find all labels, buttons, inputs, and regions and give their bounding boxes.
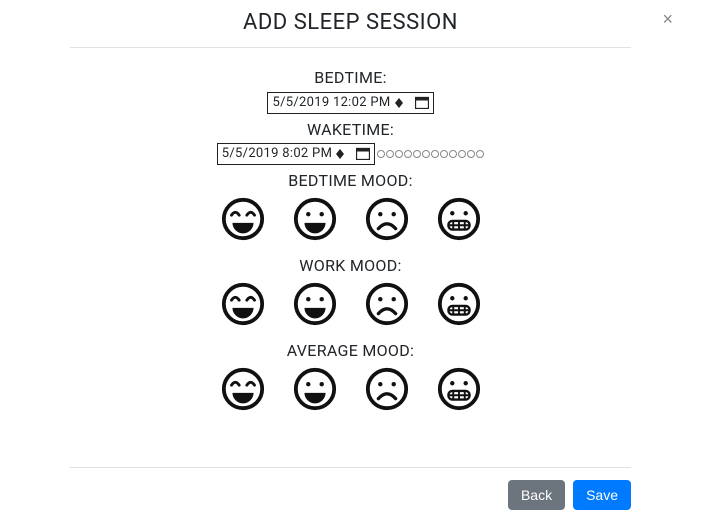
mood-happy-icon[interactable] — [292, 281, 338, 327]
modal-footer: Back Save — [70, 467, 631, 510]
mood-grimace-icon[interactable] — [436, 281, 482, 327]
calendar-icon[interactable] — [354, 146, 372, 162]
work-mood-label: WORK MOOD: — [70, 256, 631, 275]
mood-grimace-icon[interactable] — [436, 196, 482, 242]
mood-sad-icon[interactable] — [364, 366, 410, 412]
time-stepper-icon[interactable] — [336, 149, 344, 159]
save-button[interactable]: Save — [573, 480, 631, 510]
mood-sad-icon[interactable] — [364, 196, 410, 242]
mood-very-happy-icon[interactable] — [220, 196, 266, 242]
bedtime-mood-label: BEDTIME MOOD: — [70, 171, 631, 190]
work-mood-row — [70, 281, 631, 327]
mood-happy-icon[interactable] — [292, 196, 338, 242]
modal-body: BEDTIME: 5/5/2019 12:02 PM WAKETIME: 5/5… — [0, 48, 701, 432]
bedtime-mood-row — [70, 196, 631, 242]
modal-title: ADD SLEEP SESSION — [243, 10, 458, 35]
add-sleep-session-modal: ADD SLEEP SESSION × BEDTIME: 5/5/2019 12… — [0, 0, 701, 528]
waketime-value: 5/5/2019 8:02 PM — [222, 146, 332, 161]
mood-happy-icon[interactable] — [292, 366, 338, 412]
average-mood-row — [70, 366, 631, 412]
modal-header: ADD SLEEP SESSION × — [70, 0, 631, 48]
mood-very-happy-icon[interactable] — [220, 366, 266, 412]
bedtime-label: BEDTIME: — [70, 68, 631, 87]
waketime-input[interactable]: 5/5/2019 8:02 PM — [217, 143, 375, 165]
mood-grimace-icon[interactable] — [436, 366, 482, 412]
calendar-icon[interactable] — [413, 95, 431, 111]
mood-sad-icon[interactable] — [364, 281, 410, 327]
bedtime-value: 5/5/2019 12:02 PM — [272, 95, 390, 110]
mood-very-happy-icon[interactable] — [220, 281, 266, 327]
bedtime-input[interactable]: 5/5/2019 12:02 PM — [267, 92, 433, 114]
back-button[interactable]: Back — [508, 480, 565, 510]
average-mood-label: AVERAGE MOOD: — [70, 341, 631, 360]
time-stepper-icon[interactable] — [395, 98, 403, 108]
waketime-label: WAKETIME: — [70, 120, 631, 139]
close-button[interactable]: × — [654, 6, 681, 32]
loading-dots-icon — [377, 150, 484, 158]
